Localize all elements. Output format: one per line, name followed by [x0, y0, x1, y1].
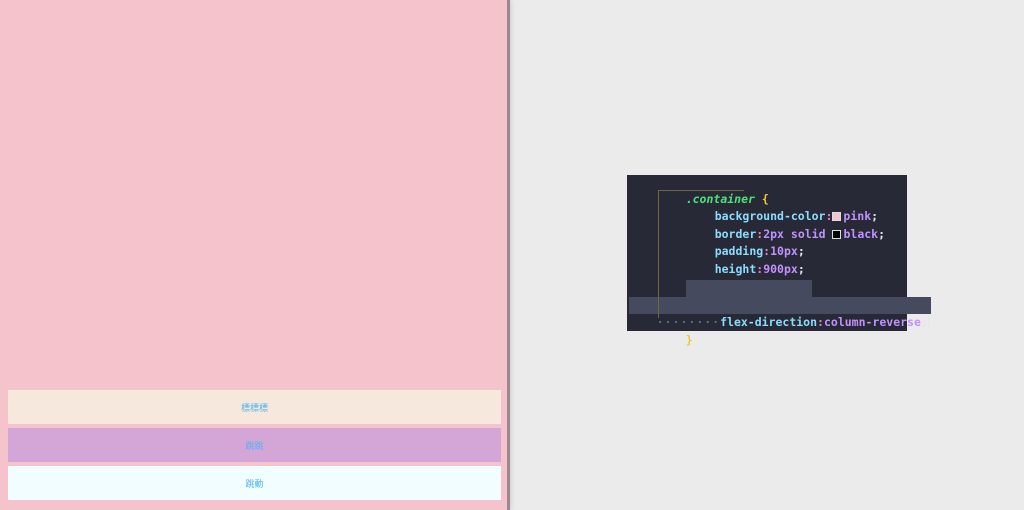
flex-item-1-label: 標標標: [240, 402, 268, 413]
bracket-guide-line: [658, 191, 659, 318]
code-line-height: height:900px;: [714, 262, 805, 276]
code-line-flex-direction: ········flex-direction:column-reverse;: [629, 297, 931, 329]
code-line-close: }: [658, 315, 693, 347]
code-line-padding: padding:10px;: [714, 244, 805, 258]
preview-pane: 標標標 跳跳 跳動: [0, 0, 510, 510]
code-line-selector: .container {: [658, 174, 769, 206]
code-line-display: display:flex;: [686, 280, 812, 312]
code-editor-snippet[interactable]: .container { background-color: pink; bord…: [627, 174, 931, 347]
code-line-width: width:900px;: [687, 262, 798, 294]
flex-item-3-label: 跳動: [245, 478, 264, 489]
prop-value: column-reverse: [823, 315, 921, 329]
prop-name: flex-direction: [720, 315, 818, 329]
close-brace: }: [685, 333, 693, 347]
bracket-guide-top: [658, 190, 744, 191]
flex-item-3: 跳動: [8, 466, 501, 500]
black-color-swatch-icon[interactable]: [832, 230, 842, 239]
code-line-border: border:2px solid black;: [714, 227, 886, 241]
flex-item-2-label: 跳跳: [245, 440, 264, 451]
code-line-background-color: background-color: pink;: [714, 209, 879, 223]
text-cursor: [927, 315, 929, 329]
flex-item-1: 標標標: [8, 390, 501, 424]
prop-value-color: black: [843, 227, 879, 241]
flex-item-2: 跳跳: [8, 428, 501, 462]
